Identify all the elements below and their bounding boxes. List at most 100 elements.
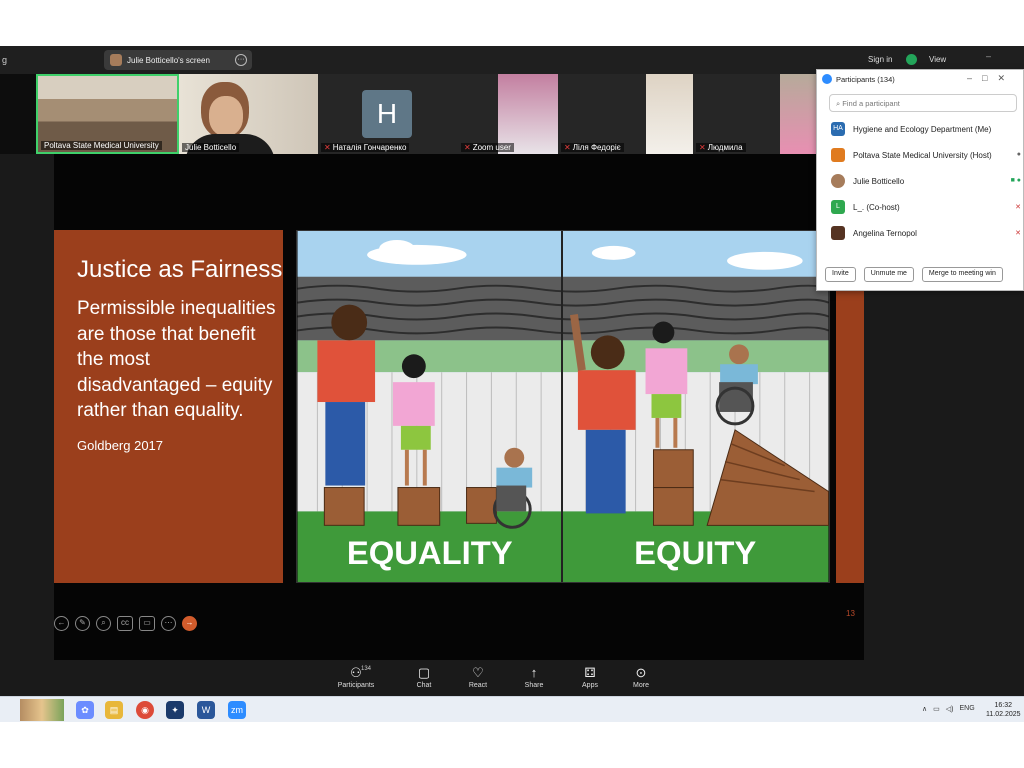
sign-in-link[interactable]: Sign in [868, 55, 892, 64]
slide-citation: Goldberg 2017 [77, 437, 164, 453]
app-icon[interactable]: ✦ [166, 701, 184, 719]
participant-avatar [831, 174, 845, 188]
tile-name: ✕ Zoom user [461, 143, 514, 152]
zoom-logo-icon [822, 74, 832, 84]
share-button[interactable]: ↑ Share [509, 664, 559, 689]
muted-mic-icon[interactable]: ✕ [1015, 229, 1021, 237]
participant-name: L_. (Co-host) [853, 202, 900, 212]
muted-mic-icon: ✕ [699, 143, 706, 152]
window-glyph: g [2, 55, 8, 65]
chat-button[interactable]: ▢ Chat [399, 664, 449, 689]
zoom-icon[interactable]: ⌕ [96, 616, 111, 631]
panel-window-controls[interactable]: –□✕ [967, 73, 1015, 84]
participant-name: Poltava State Medical University (Host) [853, 150, 992, 160]
slide-title: Justice as Fairness [77, 256, 283, 283]
panel-title: Participants (134) [836, 74, 895, 84]
previous-slide-icon[interactable]: ← [54, 616, 69, 631]
muted-mic-icon[interactable]: ✕ [1015, 203, 1021, 211]
file-explorer-icon[interactable]: ▤ [105, 701, 123, 719]
equality-equity-illustration: EQUALITY EQUITY [296, 230, 830, 583]
video-tile[interactable]: H ✕ Наталія Гончаренко [318, 74, 458, 154]
participant-video [498, 74, 558, 154]
slide-text-panel: Justice as Fairness Permissible inequali… [54, 230, 283, 583]
participant-row[interactable]: L L_. (Co-host) ✕ [817, 194, 1023, 220]
volume-icon[interactable]: ◁) [946, 705, 954, 713]
participants-icon: ⚇ [350, 665, 362, 680]
participants-button[interactable]: ⚇ 134 Participants [331, 664, 381, 689]
heart-icon: ♡ [472, 665, 484, 680]
video-tile[interactable]: ✕ Ліля Федоріє [558, 74, 693, 154]
participant-name: Julie Botticello [853, 176, 905, 186]
more-button[interactable]: ⊙ More [616, 664, 666, 689]
chrome-icon[interactable]: ◉ [136, 701, 154, 719]
muted-mic-icon: ✕ [324, 143, 331, 152]
invite-button[interactable]: Invite [825, 267, 856, 282]
presenter-avatar [110, 54, 122, 66]
slide-number: 13 [846, 609, 855, 618]
apps-label: Apps [582, 682, 598, 689]
next-slide-icon[interactable]: → [182, 616, 197, 631]
camera-icon[interactable]: ▭ [139, 616, 155, 631]
react-label: React [468, 682, 488, 689]
video-tile[interactable]: Julie Botticello [179, 74, 318, 154]
more-label: More [633, 682, 649, 689]
participant-row[interactable]: Julie Botticello ■ ● [817, 168, 1023, 194]
participant-video [646, 74, 693, 154]
share-label: Share [524, 682, 544, 689]
minimize-icon[interactable]: – [986, 51, 991, 61]
unmute-button[interactable]: Unmute me [863, 267, 914, 282]
date: 11.02.2025 [986, 711, 1021, 718]
taskbar-widget-image[interactable] [20, 699, 64, 721]
mic-icon[interactable]: ● [1017, 151, 1021, 158]
copilot-icon[interactable]: ✿ [76, 701, 94, 719]
chevron-up-icon[interactable]: ∧ [922, 705, 927, 713]
slide-controls: ← ✎ ⌕ cc ▭ ⋯ → [54, 616, 197, 631]
chat-icon: ▢ [417, 665, 431, 680]
security-shield-icon[interactable] [906, 54, 917, 65]
video-on-icon[interactable]: ■ ● [1011, 177, 1021, 184]
apps-icon: ⚃ [584, 665, 596, 680]
share-label: Julie Botticello's screen [127, 55, 210, 65]
tile-name: ✕ Людмила [696, 143, 746, 152]
participants-label: Participants [337, 682, 375, 689]
participants-panel: Participants (134) –□✕ ⌕ Find a particip… [816, 69, 1024, 291]
more-icon[interactable]: ⋯ [161, 616, 176, 631]
equity-label: EQUITY [634, 534, 756, 571]
participant-name: Hygiene and Ecology Department (Me) [853, 124, 992, 134]
apps-button[interactable]: ⚃ Apps [565, 664, 615, 689]
participant-avatar: L [831, 200, 845, 214]
participant-avatar [831, 148, 845, 162]
react-button[interactable]: ♡ React [453, 664, 503, 689]
video-tile[interactable]: ✕ Людмила [693, 74, 823, 154]
tile-name: ✕ Ліля Федоріє [561, 143, 624, 152]
zoom-app-icon[interactable]: zm [228, 701, 246, 719]
windows-taskbar: ✿ ▤ ◉ ✦ W zm ∧ ▭ ◁) ENG 16:32 11.02.2025 [0, 696, 1024, 722]
video-tile[interactable]: ✕ Zoom user [458, 74, 558, 154]
shared-screen: Justice as Fairness Permissible inequali… [54, 154, 864, 660]
video-tile[interactable]: Poltava State Medical University [36, 74, 179, 154]
participant-row[interactable]: HA Hygiene and Ecology Department (Me) [817, 116, 1023, 142]
tile-name: Poltava State Medical University [41, 141, 162, 150]
merge-button[interactable]: Merge to meeting win [921, 267, 1003, 282]
tile-name: Julie Botticello [182, 143, 240, 152]
captions-icon[interactable]: cc [117, 616, 133, 631]
participant-name: Angelina Ternopol [853, 228, 917, 238]
more-options-icon[interactable]: ··· [235, 54, 247, 66]
word-icon[interactable]: W [197, 701, 215, 719]
initial-avatar: H [362, 90, 412, 138]
meeting-toolbar: ⚇ 134 Participants ▢ Chat ♡ React ↑ Shar… [0, 660, 1024, 696]
participant-search-input[interactable]: ⌕ Find a participant [829, 94, 1017, 112]
system-tray: ∧ ▭ ◁) ENG [922, 705, 975, 713]
screen-share-indicator[interactable]: Julie Botticello's screen ··· [104, 50, 252, 70]
pen-icon[interactable]: ✎ [75, 616, 90, 631]
clock[interactable]: 16:32 11.02.2025 [986, 701, 1021, 719]
muted-mic-icon: ✕ [464, 143, 471, 152]
participant-face [209, 96, 243, 136]
time: 16:32 [994, 702, 1013, 709]
network-icon[interactable]: ▭ [933, 705, 940, 713]
share-icon: ↑ [530, 665, 538, 680]
view-button[interactable]: View [929, 55, 946, 64]
language-indicator[interactable]: ENG [959, 705, 974, 713]
participant-row[interactable]: Poltava State Medical University (Host) … [817, 142, 1023, 168]
participant-row[interactable]: Angelina Ternopol ✕ [817, 220, 1023, 246]
